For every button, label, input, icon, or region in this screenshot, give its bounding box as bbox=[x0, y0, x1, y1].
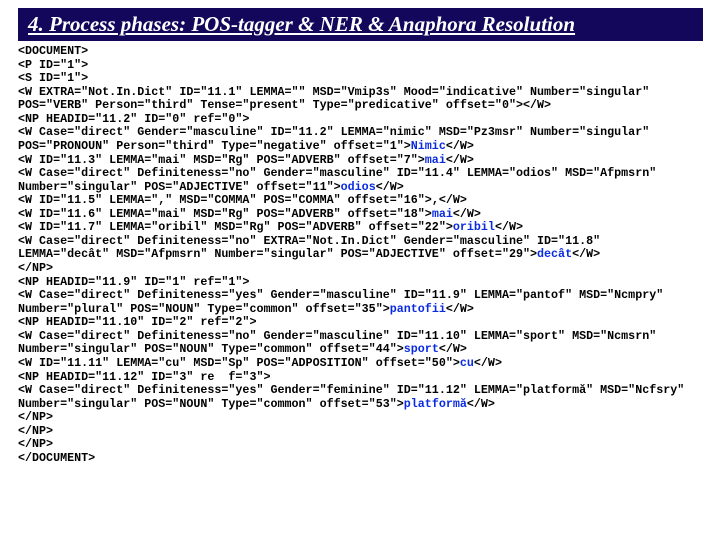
word-mai: mai bbox=[425, 153, 446, 167]
line: <NP HEADID="11.9" ID="1" ref="1"> bbox=[18, 275, 249, 289]
word-platforma: platformă bbox=[404, 397, 467, 411]
line: <P ID="1"> bbox=[18, 58, 88, 72]
word-nimic: Nimic bbox=[411, 139, 446, 153]
line: </W> bbox=[572, 247, 600, 261]
slide-title: 4. Process phases: POS-tagger & NER & An… bbox=[18, 8, 703, 41]
word-odios: odios bbox=[341, 180, 376, 194]
word-oribil: oribil bbox=[453, 220, 495, 234]
word-cu: cu bbox=[460, 356, 474, 370]
word-decat: decât bbox=[537, 247, 572, 261]
word-sport: sport bbox=[404, 342, 439, 356]
word-pantofii: pantofii bbox=[390, 302, 446, 316]
line: <W Case="direct" Definiteness="yes" Gend… bbox=[18, 383, 691, 411]
line: </NP> bbox=[18, 437, 53, 451]
line: </W> bbox=[439, 342, 467, 356]
line: </W> bbox=[376, 180, 404, 194]
line: <W ID="11.11" LEMMA="cu" MSD="Sp" POS="A… bbox=[18, 356, 460, 370]
line: <S ID="1"> bbox=[18, 71, 88, 85]
line: <W ID="11.5" LEMMA="," MSD="COMMA" POS="… bbox=[18, 193, 432, 207]
line: <W ID="11.7" LEMMA="oribil" MSD="Rg" POS… bbox=[18, 220, 453, 234]
line: </W> bbox=[474, 356, 502, 370]
line: <NP HEADID="11.12" ID="3" re f="3"> bbox=[18, 370, 271, 384]
line: <W ID="11.3" LEMMA="mai" MSD="Rg" POS="A… bbox=[18, 153, 425, 167]
line: </W> bbox=[446, 139, 474, 153]
line: <W Case="direct" Definiteness="yes" Gend… bbox=[18, 288, 670, 316]
line: <W Case="direct" Definiteness="no" Gende… bbox=[18, 329, 663, 357]
line: </W> bbox=[453, 207, 481, 221]
line: </NP> bbox=[18, 410, 53, 424]
line: </NP> bbox=[18, 424, 53, 438]
xml-output: <DOCUMENT> <P ID="1"> <S ID="1"> <W EXTR… bbox=[18, 45, 698, 465]
line: ,</W> bbox=[432, 193, 467, 207]
line: <W EXTRA="Not.In.Dict" ID="11.1" LEMMA="… bbox=[18, 85, 656, 113]
word-mai: mai bbox=[432, 207, 453, 221]
line: </W> bbox=[467, 397, 495, 411]
line: </W> bbox=[446, 302, 474, 316]
line: <W ID="11.6" LEMMA="mai" MSD="Rg" POS="A… bbox=[18, 207, 432, 221]
line: <NP HEADID="11.2" ID="0" ref="0"> bbox=[18, 112, 249, 126]
line: </NP> bbox=[18, 261, 53, 275]
line: </DOCUMENT> bbox=[18, 451, 95, 465]
line: <NP HEADID="11.10" ID="2" ref="2"> bbox=[18, 315, 256, 329]
line: </W> bbox=[446, 153, 474, 167]
line: </W> bbox=[495, 220, 523, 234]
line: <DOCUMENT> bbox=[18, 44, 88, 58]
line: <W Case="direct" Definiteness="no" EXTRA… bbox=[18, 234, 607, 262]
line: <W Case="direct" Gender="masculine" ID="… bbox=[18, 125, 656, 153]
